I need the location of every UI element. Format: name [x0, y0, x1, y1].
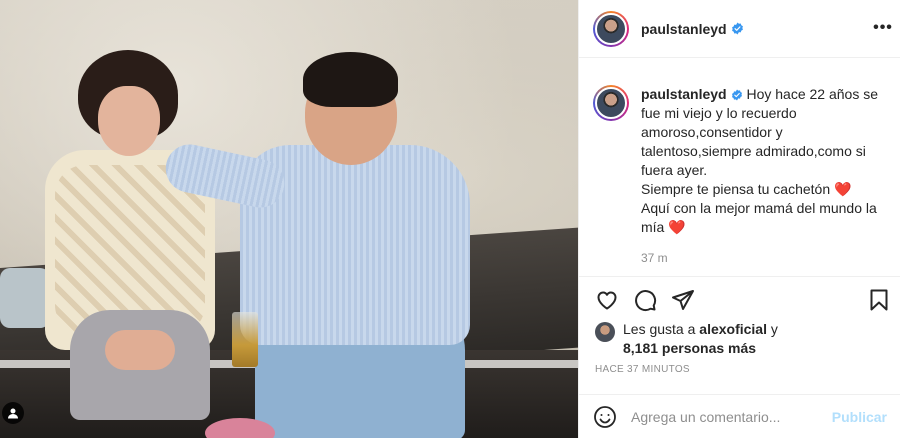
heart-emoji: ❤️ [834, 181, 852, 197]
caption-username[interactable]: paulstanleyd [641, 86, 727, 102]
post-timestamp[interactable]: HACE 37 MINUTOS [595, 364, 690, 375]
divider [579, 276, 900, 277]
caption-text-line: fue mi viejo y lo recuerdo [641, 105, 797, 121]
liker-avatar[interactable] [595, 322, 615, 342]
photo-drink-glass [232, 312, 258, 367]
user-tag-icon[interactable] [2, 402, 24, 424]
caption-line: Siempre te piensa tu cachetón ❤️ [641, 180, 885, 199]
photo-bag [0, 268, 50, 328]
share-icon[interactable] [669, 286, 697, 314]
bookmark-icon[interactable] [865, 286, 893, 314]
caption-area: paulstanleyd Hoy hace 22 años se fue mi … [579, 59, 900, 275]
likes-conjunction: y [770, 321, 778, 337]
caption-text-line: amoroso,consentidor y [641, 124, 783, 140]
caption-text-line: talentoso,siempre admirado,como si [641, 143, 866, 159]
post-header: paulstanleyd ••• [579, 0, 900, 58]
likes-prefix: Les gusta a [623, 321, 696, 337]
photo-man-hair [303, 52, 398, 107]
author-avatar[interactable] [593, 10, 629, 47]
caption-text-line: Hoy hace 22 años se [746, 86, 879, 102]
caption-author-avatar[interactable] [593, 85, 629, 121]
caption-line: paulstanleyd Hoy hace 22 años se [641, 85, 885, 104]
verified-badge-icon [731, 22, 744, 35]
comment-icon[interactable] [631, 286, 659, 314]
author-username[interactable]: paulstanleyd [641, 21, 727, 37]
photo-woman-hands [105, 330, 175, 370]
caption: paulstanleyd Hoy hace 22 años se fue mi … [641, 85, 885, 275]
comment-box: Publicar [579, 394, 900, 438]
more-options-icon[interactable]: ••• [873, 18, 893, 38]
comment-input[interactable] [631, 408, 826, 425]
likes-count[interactable]: 8,181 personas más [623, 340, 756, 356]
publish-button[interactable]: Publicar [832, 409, 887, 425]
liker-username[interactable]: alexoficial [699, 321, 767, 337]
heart-emoji: ❤️ [668, 219, 686, 235]
post-photo[interactable] [0, 0, 578, 438]
likes-summary: Les gusta a alexoficial y 8,181 personas… [595, 320, 895, 358]
caption-text-line: Aquí con la mejor mamá del mundo la [641, 200, 877, 216]
instagram-post: paulstanleyd ••• paulstanleyd Hoy hace 2… [0, 0, 900, 438]
caption-line: mía ❤️ [641, 218, 885, 237]
emoji-icon[interactable] [593, 405, 617, 429]
caption-text-line: Siempre te piensa tu cachetón [641, 181, 831, 197]
likes-text: Les gusta a alexoficial y 8,181 personas… [623, 320, 778, 358]
caption-timestamp[interactable]: 37 m [641, 249, 885, 268]
heart-icon[interactable] [593, 286, 621, 314]
photo-woman-face [98, 86, 160, 156]
verified-badge-icon [731, 89, 743, 101]
action-bar [579, 284, 900, 316]
caption-text-line: mía [641, 219, 665, 235]
post-side-panel: paulstanleyd ••• paulstanleyd Hoy hace 2… [578, 0, 900, 438]
caption-text-line: fuera ayer. [641, 162, 708, 178]
